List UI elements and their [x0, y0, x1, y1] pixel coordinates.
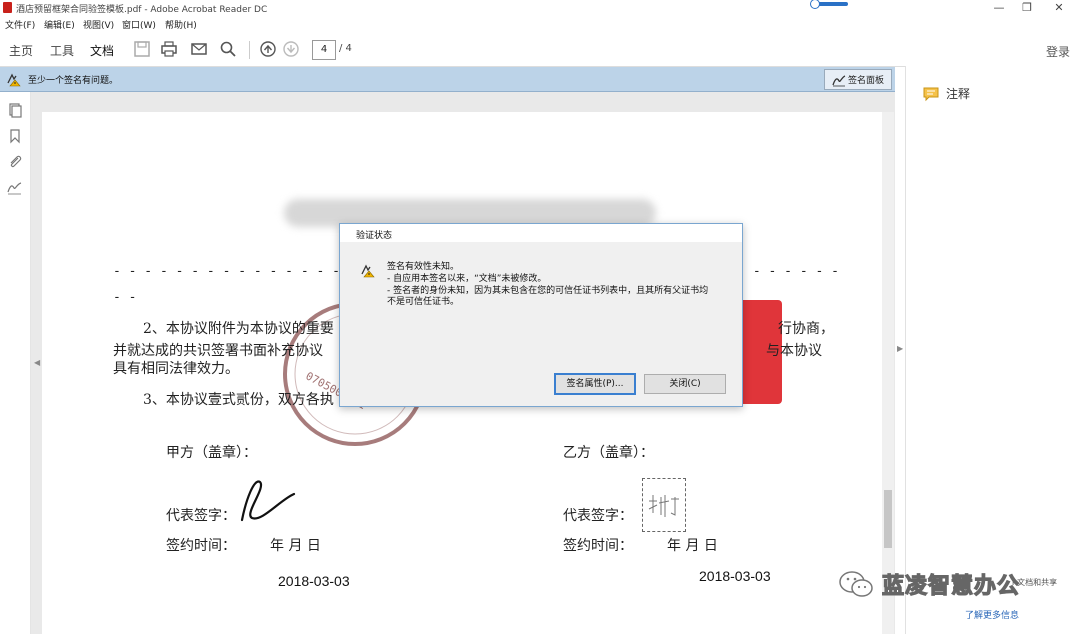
dashed-separator-end: - - — [113, 290, 137, 305]
collapse-right-pane-icon[interactable]: ▶ — [897, 344, 903, 353]
party-a-ymd: 年 月 日 — [270, 538, 321, 554]
paragraph-3: 3、本协议壹式贰份，双方各执 — [143, 392, 334, 408]
comment-icon — [923, 87, 939, 101]
party-b-handwritten-signature — [648, 495, 679, 517]
window-title: 酒店预留框架合同验签模板.pdf - Adobe Acrobat Reader … — [16, 5, 268, 15]
dialog-title: 验证状态 — [356, 231, 393, 241]
tab-document[interactable]: 文档 — [90, 42, 114, 59]
signature-icon[interactable] — [7, 180, 23, 196]
save-icon[interactable] — [131, 39, 153, 59]
previous-page-icon[interactable] — [257, 39, 279, 59]
toolbar-divider — [249, 41, 250, 59]
tab-tools[interactable]: 工具 — [50, 42, 74, 59]
login-link[interactable]: 登录 — [1046, 43, 1070, 60]
menu-help[interactable]: 帮助(H) — [165, 18, 197, 31]
menu-bar: 文件(F) 编辑(E) 视图(V) 窗口(W) 帮助(H) — [0, 16, 1080, 32]
dialog-detail-line-3: 不是可信任证书。 — [387, 297, 460, 307]
close-window-button[interactable]: ✕ — [1046, 0, 1072, 16]
pdf-app-icon — [3, 2, 12, 13]
annotation-label: 注释 — [946, 87, 971, 101]
title-bar: 酒店预留框架合同验签模板.pdf - Adobe Acrobat Reader … — [0, 0, 1080, 16]
page-number-input[interactable]: 4 — [312, 40, 336, 60]
paragraph-2-line-2: 并就达成的共识签署书面补充协议 — [113, 343, 323, 359]
signature-properties-button[interactable]: 签名属性(P)... — [554, 373, 636, 395]
vertical-scrollbar[interactable] — [882, 112, 894, 634]
paragraph-2-line-3: 具有相同法律效力。 — [113, 361, 239, 377]
email-icon[interactable] — [188, 39, 210, 59]
restore-button[interactable]: ❐ — [1014, 0, 1040, 16]
menu-edit[interactable]: 编辑(E) — [44, 18, 75, 31]
right-tools-pane — [905, 66, 1080, 634]
dialog-close-button[interactable]: 关闭(C) — [644, 374, 726, 394]
signature-panel-label: 签名面板 — [847, 76, 884, 86]
party-a-label: 甲方（盖章）： — [166, 445, 257, 461]
party-a-date: 2018-03-03 — [278, 573, 350, 589]
print-icon[interactable] — [158, 39, 180, 59]
page-total: / 4 — [339, 43, 352, 54]
scrollbar-thumb[interactable] — [884, 490, 892, 548]
bookmark-icon[interactable] — [7, 128, 23, 144]
watermark: 蓝凌智慧办公 — [838, 568, 1020, 600]
signature-status-message: 至少一个签名有问题。 — [28, 76, 119, 86]
party-b-date: 2018-03-03 — [699, 568, 771, 584]
signature-panel-button[interactable]: 签名面板 — [824, 69, 892, 90]
search-icon[interactable] — [217, 39, 239, 59]
zoom-slider[interactable] — [810, 0, 848, 9]
wechat-logo-icon — [839, 571, 873, 597]
party-b-representative-label: 代表签字： — [563, 508, 633, 524]
party-a-handwritten-signature — [240, 480, 296, 522]
tab-home[interactable]: 主页 — [9, 42, 33, 59]
learn-more-link[interactable]: 了解更多信息 — [965, 608, 1019, 621]
party-b-label: 乙方（盖章）： — [563, 445, 654, 461]
next-page-icon[interactable] — [280, 39, 302, 59]
attachment-icon[interactable] — [7, 154, 23, 170]
menu-file[interactable]: 文件(F) — [5, 18, 35, 31]
pages-thumbnail-icon[interactable] — [7, 102, 23, 118]
party-a-signing-time-label: 签约时间： — [166, 538, 236, 554]
dialog-title-bar — [340, 224, 742, 242]
collapse-left-pane-icon[interactable]: ◀ — [34, 358, 40, 367]
paragraph-2-line-2-right: 与本协议 — [766, 343, 822, 359]
dialog-warning-icon — [361, 264, 375, 278]
menu-view[interactable]: 视图(V) — [83, 18, 114, 31]
minimize-button[interactable]: — — [986, 0, 1012, 16]
paragraph-2-line-1: 2、本协议附件为本协议的重要 — [143, 321, 334, 337]
toolbar: 主页 工具 文档 4 / 4 登录 — [0, 33, 1080, 67]
party-a-representative-label: 代表签字： — [166, 508, 236, 524]
annotation-tool[interactable]: 注释 — [922, 85, 970, 102]
signature-status-bar: 至少一个签名有问题。 签名面板 — [0, 67, 895, 92]
pen-icon — [832, 74, 846, 86]
party-b-ymd: 年 月 日 — [667, 538, 718, 554]
menu-window[interactable]: 窗口(W) — [122, 18, 156, 31]
signature-warning-icon — [7, 73, 21, 87]
left-navigation-rail — [0, 92, 31, 634]
signature-validation-dialog: 验证状态 签名有效性未知。 - 自应用本签名以来，“文档”未被修改。 - 签名者… — [339, 223, 743, 407]
party-b-signature-field[interactable] — [642, 478, 686, 532]
watermark-text: 蓝凌智慧办公 — [881, 573, 1021, 599]
paragraph-2-line-1-right: 行协商， — [778, 321, 834, 337]
party-b-signing-time-label: 签约时间： — [563, 538, 633, 554]
